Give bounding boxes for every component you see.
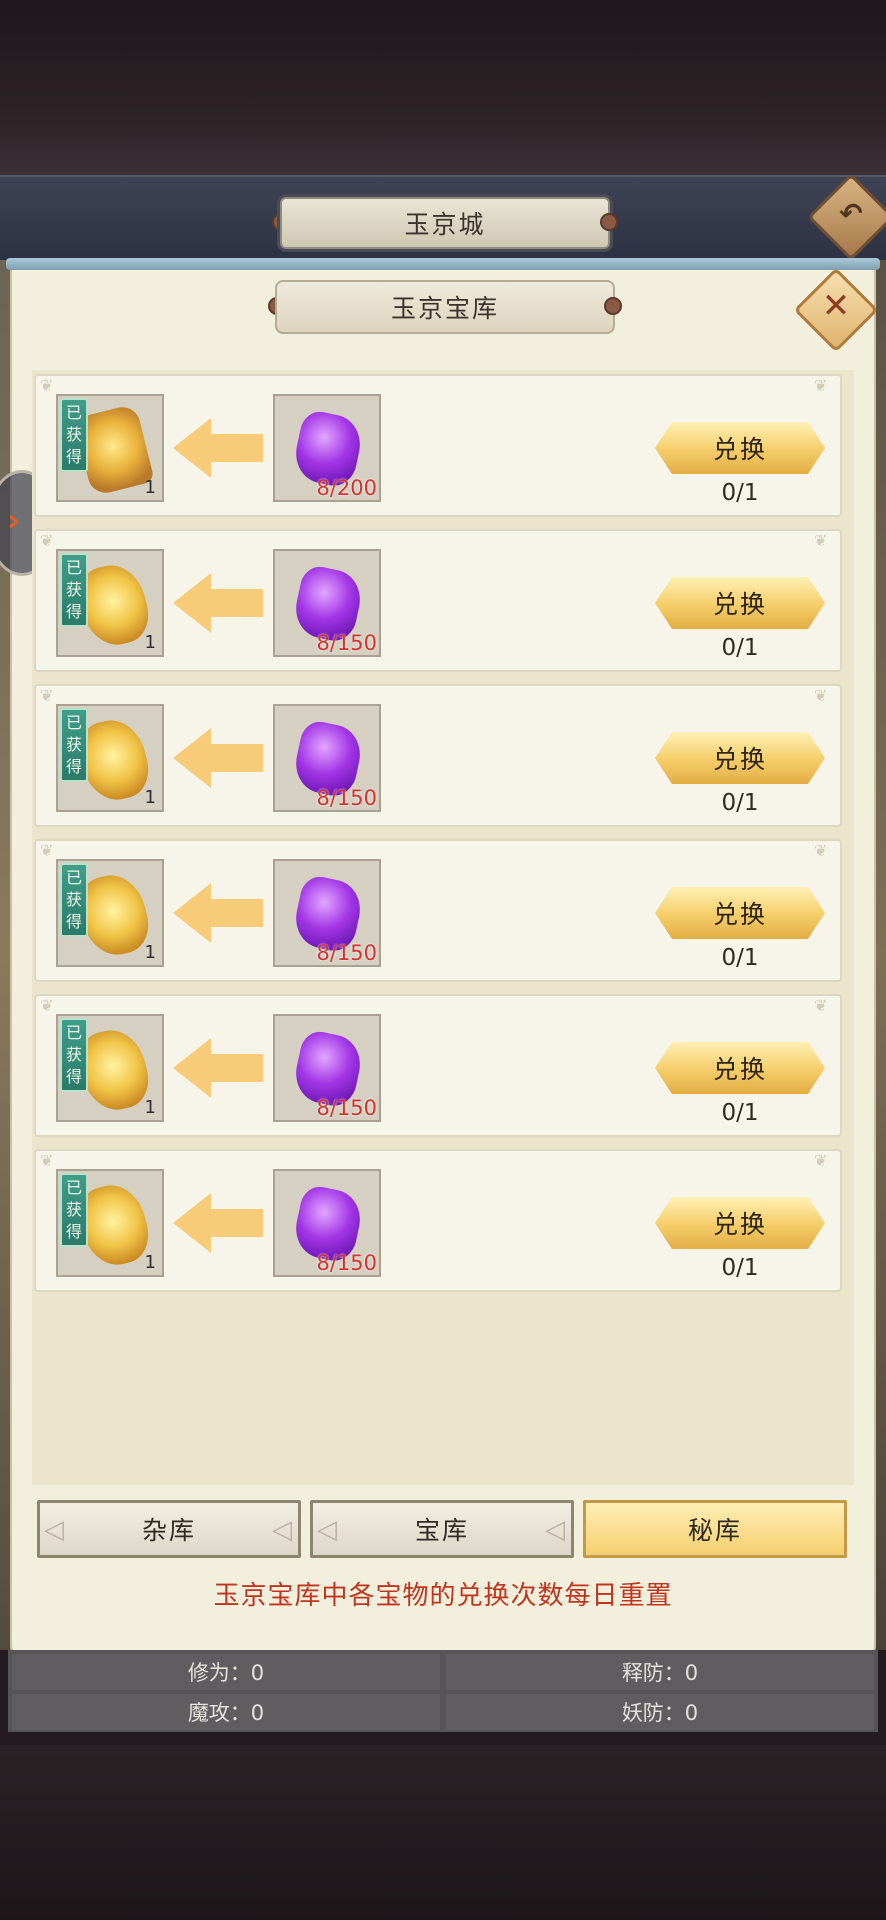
corner-ornament-icon: ❦ — [814, 841, 828, 860]
corner-ornament-icon: ❦ — [814, 996, 828, 1015]
back-icon: ↶ — [839, 196, 863, 230]
exchange-count: 0/1 — [721, 945, 759, 971]
list-item: ❦ ❦ 已获得 1 8/150 兑换 0/1 — [34, 994, 842, 1137]
arrow-left-icon — [173, 883, 263, 943]
close-icon: ✕ — [821, 285, 851, 326]
tab-secret[interactable]: 秘库 — [583, 1500, 847, 1558]
exchange-count: 0/1 — [721, 635, 759, 661]
background-top — [0, 0, 886, 175]
obtained-badge: 已获得 — [60, 1018, 88, 1092]
cost-slot[interactable]: 8/150 — [273, 859, 381, 967]
list-item: ❦ ❦ 已获得 1 8/150 兑换 0/1 — [34, 839, 842, 982]
arrow-left-icon — [173, 418, 263, 478]
exchange-count: 0/1 — [721, 1100, 759, 1126]
tab-label: 秘库 — [687, 1516, 742, 1545]
cost-count: 8/150 — [316, 1251, 377, 1275]
list-item: ❦ ❦ 已获得 1 8/200 兑换 0/1 — [34, 374, 842, 517]
exchange-count: 0/1 — [721, 480, 759, 506]
exchange-count: 0/1 — [721, 790, 759, 816]
cost-slot[interactable]: 8/150 — [273, 1014, 381, 1122]
reward-slot[interactable]: 已获得 1 — [56, 394, 164, 502]
corner-ornament-icon: ❦ — [40, 686, 54, 705]
cost-count: 8/150 — [316, 786, 377, 810]
reward-quantity: 1 — [144, 1097, 156, 1118]
title-knob-right — [604, 297, 622, 315]
obtained-badge: 已获得 — [60, 863, 88, 937]
plate-knob-right — [600, 213, 618, 231]
tab-treasury[interactable]: ◁ 宝库 ◁ — [310, 1500, 574, 1558]
reward-slot[interactable]: 已获得 1 — [56, 1169, 164, 1277]
stat-magic-attack: 魔攻：0 — [12, 1694, 440, 1730]
list-item: ❦ ❦ 已获得 1 8/150 兑换 0/1 — [34, 684, 842, 827]
chevron-right-icon: ◁ — [545, 1515, 567, 1545]
exchange-button[interactable]: 兑换 — [655, 1042, 825, 1094]
exchange-button[interactable]: 兑换 — [655, 422, 825, 474]
reward-slot[interactable]: 已获得 1 — [56, 704, 164, 812]
chevron-left-icon: ◁ — [44, 1515, 66, 1545]
exchange-button[interactable]: 兑换 — [655, 732, 825, 784]
tab-label: 杂库 — [141, 1516, 196, 1545]
corner-ornament-icon: ❦ — [814, 531, 828, 550]
corner-ornament-icon: ❦ — [40, 1151, 54, 1170]
corner-ornament-icon: ❦ — [814, 1151, 828, 1170]
arrow-left-icon — [173, 573, 263, 633]
corner-ornament-icon: ❦ — [814, 686, 828, 705]
stats-bar: 修为：0 释防：0 魔攻：0 妖防：0 — [8, 1650, 878, 1732]
city-title: 玉京城 — [280, 197, 610, 249]
cost-count: 8/150 — [316, 631, 377, 655]
list-item: ❦ ❦ 已获得 1 8/150 兑换 0/1 — [34, 1149, 842, 1292]
cost-count: 8/150 — [316, 941, 377, 965]
obtained-badge: 已获得 — [60, 708, 88, 782]
reward-slot[interactable]: 已获得 1 — [56, 859, 164, 967]
cost-slot[interactable]: 8/150 — [273, 1169, 381, 1277]
obtained-badge: 已获得 — [60, 553, 88, 627]
arrow-left-icon — [173, 1193, 263, 1253]
exchange-button[interactable]: 兑换 — [655, 577, 825, 629]
chevron-right-icon: ◁ — [272, 1515, 294, 1545]
reward-quantity: 1 — [144, 942, 156, 963]
obtained-badge: 已获得 — [60, 1173, 88, 1247]
corner-ornament-icon: ❦ — [814, 376, 828, 395]
reward-quantity: 1 — [144, 787, 156, 808]
reset-notice: 玉京宝库中各宝物的兑换次数每日重置 — [213, 1581, 673, 1611]
side-handle-icon: › — [7, 501, 21, 539]
obtained-badge: 已获得 — [60, 398, 88, 472]
scroll-rod — [6, 258, 880, 270]
stat-spell-defense: 释防：0 — [446, 1654, 874, 1690]
exchange-button[interactable]: 兑换 — [655, 887, 825, 939]
corner-ornament-icon: ❦ — [40, 996, 54, 1015]
reward-quantity: 1 — [144, 477, 156, 498]
exchange-count: 0/1 — [721, 1255, 759, 1281]
reward-quantity: 1 — [144, 1252, 156, 1273]
background-bottom — [0, 1745, 886, 1920]
reward-slot[interactable]: 已获得 1 — [56, 549, 164, 657]
chevron-left-icon: ◁ — [317, 1515, 339, 1545]
list-item: ❦ ❦ 已获得 1 8/150 兑换 0/1 — [34, 529, 842, 672]
corner-ornament-icon: ❦ — [40, 531, 54, 550]
arrow-left-icon — [173, 728, 263, 788]
cost-slot[interactable]: 8/200 — [273, 394, 381, 502]
cost-slot[interactable]: 8/150 — [273, 549, 381, 657]
reward-slot[interactable]: 已获得 1 — [56, 1014, 164, 1122]
panel-title: 玉京宝库 — [275, 280, 615, 334]
cost-slot[interactable]: 8/150 — [273, 704, 381, 812]
tab-misc[interactable]: ◁ 杂库 ◁ — [37, 1500, 301, 1558]
tab-label: 宝库 — [414, 1516, 469, 1545]
reward-quantity: 1 — [144, 632, 156, 653]
stat-demon-defense: 妖防：0 — [446, 1694, 874, 1730]
arrow-left-icon — [173, 1038, 263, 1098]
cost-count: 8/200 — [316, 476, 377, 500]
cost-count: 8/150 — [316, 1096, 377, 1120]
corner-ornament-icon: ❦ — [40, 841, 54, 860]
stat-cultivation: 修为：0 — [12, 1654, 440, 1690]
corner-ornament-icon: ❦ — [40, 376, 54, 395]
exchange-button[interactable]: 兑换 — [655, 1197, 825, 1249]
